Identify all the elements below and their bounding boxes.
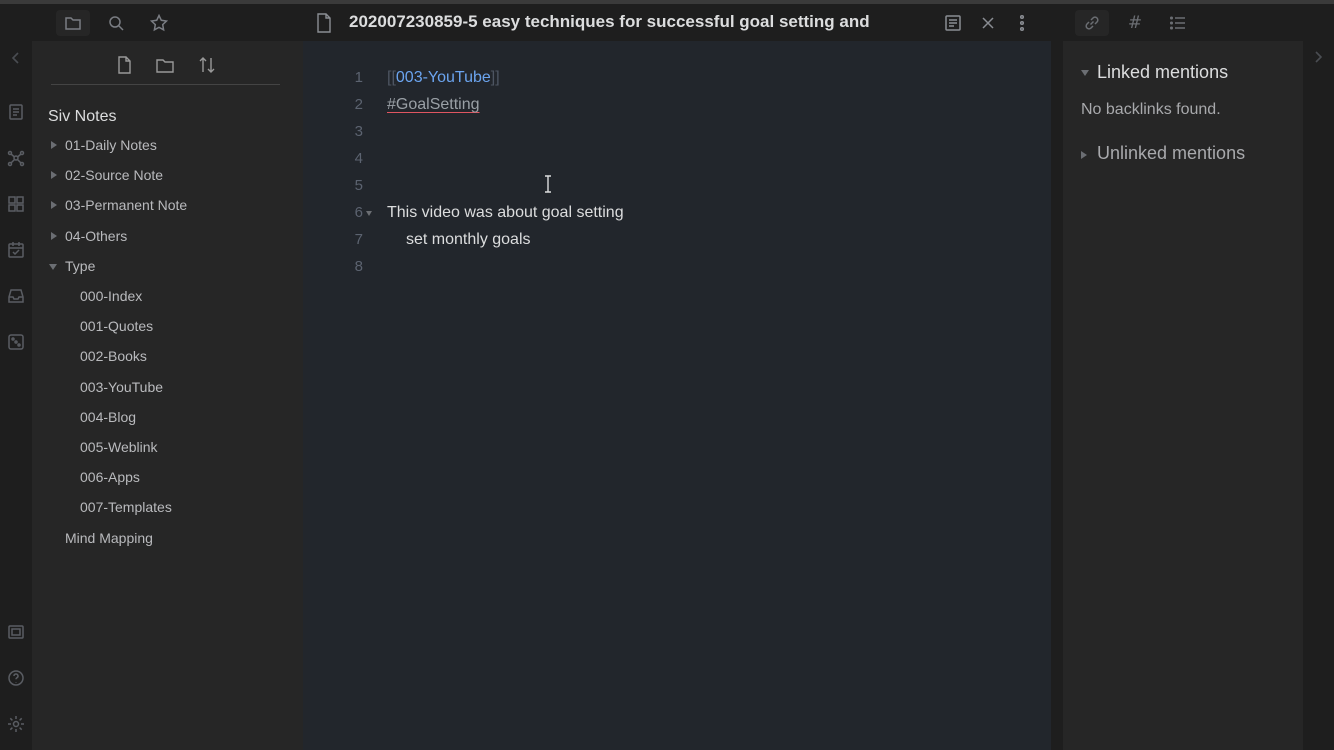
collapse-right-sidebar-icon[interactable]: [1311, 50, 1325, 64]
file-templates[interactable]: 007-Templates: [80, 499, 172, 515]
title-fade: [883, 10, 923, 38]
help-icon[interactable]: [6, 668, 26, 688]
editor-pane[interactable]: 1 [[003-YouTube]] 2 #GoalSetting 3 4 5 6…: [303, 41, 1051, 750]
collapsed-arrow-icon: [1081, 151, 1087, 159]
internal-link[interactable]: 003-YouTube: [396, 69, 491, 86]
close-icon[interactable]: [977, 12, 999, 34]
link-open-bracket: [[: [387, 69, 396, 86]
editor-line: 4: [303, 150, 1051, 177]
file-books[interactable]: 002-Books: [80, 348, 147, 364]
outline-list-icon[interactable]: [1161, 10, 1195, 36]
new-folder-icon[interactable]: [152, 52, 178, 78]
random-note-icon[interactable]: [6, 332, 26, 352]
settings-icon[interactable]: [6, 714, 26, 734]
backlinks-link-icon[interactable]: [1075, 10, 1109, 36]
text-cursor-icon: [543, 175, 553, 193]
tree-item-label: 04-Others: [65, 228, 128, 244]
fold-arrow-icon[interactable]: [366, 211, 372, 216]
collapse-left-sidebar-icon[interactable]: [9, 51, 23, 65]
sidebar-divider: [51, 84, 280, 85]
tags-hash-icon[interactable]: #: [1118, 10, 1152, 36]
linked-mentions-label: Linked mentions: [1097, 62, 1229, 82]
editor-line: 3: [303, 123, 1051, 150]
editor-line: 5: [303, 177, 1051, 204]
open-quick-switcher-icon[interactable]: [6, 102, 26, 122]
line-number: 3: [354, 123, 363, 140]
file-weblink[interactable]: 005-Weblink: [80, 439, 158, 455]
unlinked-mentions-label: Unlinked mentions: [1097, 143, 1246, 163]
tree-item-label: 01-Daily Notes: [65, 137, 157, 153]
hashtag[interactable]: #GoalSetting: [387, 96, 480, 114]
expanded-arrow-icon: [1081, 70, 1089, 76]
file-mind-mapping[interactable]: Mind Mapping: [65, 530, 153, 546]
new-note-icon[interactable]: [111, 52, 137, 78]
tree-item-label: Type: [65, 258, 96, 274]
line-number: 5: [354, 177, 363, 194]
tree-item-label: 03-Permanent Note: [65, 197, 188, 213]
file-icon: [315, 13, 333, 33]
file-explorer-sidebar: Siv Notes 01-Daily Notes 02-Source Note …: [32, 4, 303, 750]
file-quotes[interactable]: 001-Quotes: [80, 318, 153, 334]
editor-line: 8: [303, 258, 1051, 285]
collapsed-arrow-icon: [51, 232, 57, 240]
unlinked-mentions-header[interactable]: Unlinked mentions: [1081, 143, 1246, 164]
left-sidebar-tabs: [32, 4, 303, 41]
line-text: set monthly goals: [406, 231, 531, 248]
editor-line: 6 This video was about goal setting: [303, 204, 1051, 231]
sort-order-icon[interactable]: [194, 52, 220, 78]
graph-view-icon[interactable]: [6, 148, 26, 168]
editor-line: 2 #GoalSetting: [303, 96, 1051, 123]
line-text: [[003-YouTube]]: [387, 69, 500, 87]
file-blog[interactable]: 004-Blog: [80, 409, 136, 425]
plugins-icon[interactable]: [6, 194, 26, 214]
editor-line: 1 [[003-YouTube]]: [303, 69, 1051, 96]
collapsed-arrow-icon: [51, 141, 57, 149]
vault-switch-icon[interactable]: [6, 622, 26, 642]
file-explorer-icon[interactable]: [56, 10, 90, 36]
link-close-bracket: ]]: [490, 69, 500, 86]
folder-others[interactable]: 04-Others: [51, 228, 128, 244]
no-backlinks-message: No backlinks found.: [1081, 101, 1221, 118]
line-number: 4: [354, 150, 363, 167]
right-sidebar-tabs: #: [1063, 4, 1334, 41]
expanded-arrow-icon: [49, 264, 57, 270]
file-apps[interactable]: 006-Apps: [80, 469, 140, 485]
search-icon[interactable]: [99, 10, 133, 36]
line-number: 8: [354, 258, 363, 275]
file-youtube[interactable]: 003-YouTube: [80, 379, 163, 395]
note-title[interactable]: 202007230859-5 easy techniques for succe…: [349, 12, 919, 32]
editor-tab-header: 202007230859-5 easy techniques for succe…: [303, 4, 1051, 41]
folder-daily-notes[interactable]: 01-Daily Notes: [51, 137, 157, 153]
folder-source-note[interactable]: 02-Source Note: [51, 167, 164, 183]
line-number: 2: [354, 96, 363, 113]
file-index[interactable]: 000-Index: [80, 288, 142, 304]
editor-line: 7 set monthly goals: [303, 231, 1051, 258]
folder-permanent-note[interactable]: 03-Permanent Note: [51, 197, 188, 213]
linked-mentions-header[interactable]: Linked mentions: [1081, 62, 1229, 83]
right-sidebar-edge: [1303, 41, 1334, 750]
line-number: 1: [354, 69, 363, 86]
starred-icon[interactable]: [142, 10, 176, 36]
line-number: 7: [354, 231, 363, 248]
left-ribbon: [0, 4, 32, 750]
file-explorer-actions: [32, 48, 303, 84]
reading-view-icon[interactable]: [942, 12, 964, 34]
tree-item-label: 02-Source Note: [65, 167, 164, 183]
folder-type[interactable]: Type: [49, 258, 96, 274]
more-options-icon[interactable]: [1011, 12, 1033, 34]
line-number: 6: [354, 204, 363, 221]
archive-icon[interactable]: [6, 286, 26, 306]
backlinks-panel: Linked mentions No backlinks found. Unli…: [1063, 41, 1303, 750]
daily-note-calendar-icon[interactable]: [6, 240, 26, 260]
collapsed-arrow-icon: [51, 201, 57, 209]
pane-separator: [1051, 4, 1063, 750]
collapsed-arrow-icon: [51, 171, 57, 179]
vault-name: Siv Notes: [48, 108, 117, 125]
line-text: This video was about goal setting: [387, 204, 624, 221]
